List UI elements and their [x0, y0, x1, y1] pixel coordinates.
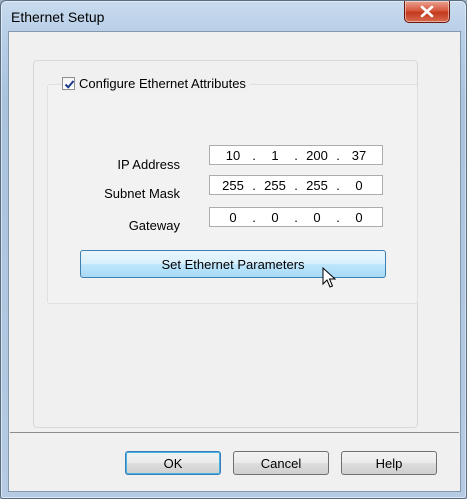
close-button[interactable]	[404, 1, 450, 23]
subnet-octet-1: 255	[222, 177, 244, 193]
ip-octet-4: 37	[351, 147, 367, 163]
subnet-separator: .	[252, 177, 256, 193]
checkmark-icon	[64, 79, 75, 89]
cancel-button-label: Cancel	[260, 455, 302, 471]
gateway-separator: .	[252, 209, 256, 225]
gateway-label: Gateway	[128, 218, 180, 233]
configure-ethernet-checkbox-row[interactable]: Configure Ethernet Attributes	[62, 74, 250, 92]
subnet-mask-label: Subnet Mask	[104, 186, 180, 201]
set-ethernet-parameters-button[interactable]: Set Ethernet Parameters	[80, 250, 386, 278]
help-button-label: Help	[375, 455, 403, 471]
subnet-mask-field[interactable]: 255 . 255 . 255 . 0	[209, 175, 383, 195]
subnet-separator: .	[294, 177, 298, 193]
gateway-octet-1: 0	[229, 209, 237, 225]
subnet-octet-4: 0	[355, 177, 363, 193]
ip-separator: .	[252, 147, 256, 163]
mouse-pointer-icon	[322, 267, 336, 288]
gateway-octet-3: 0	[313, 209, 321, 225]
subnet-octet-2: 255	[264, 177, 286, 193]
gateway-octet-2: 0	[271, 209, 279, 225]
gateway-separator: .	[336, 209, 340, 225]
window-title: Ethernet Setup	[11, 9, 105, 25]
title-bar[interactable]: Ethernet Setup	[1, 1, 466, 31]
ip-octet-1: 10	[225, 147, 241, 163]
ip-address-label: IP Address	[117, 157, 180, 172]
ip-octet-2: 1	[271, 147, 279, 163]
configure-ethernet-checkbox[interactable]	[62, 76, 75, 90]
gateway-octet-4: 0	[355, 209, 363, 225]
close-icon	[420, 5, 434, 18]
cancel-button[interactable]: Cancel	[233, 451, 329, 475]
subnet-separator: .	[336, 177, 340, 193]
gateway-field[interactable]: 0 . 0 . 0 . 0	[209, 207, 383, 227]
ip-octet-3: 200	[306, 147, 328, 163]
ip-address-field[interactable]: 10 . 1 . 200 . 37	[209, 145, 383, 165]
configure-ethernet-label: Configure Ethernet Attributes	[79, 75, 246, 91]
ok-button-label: OK	[163, 455, 183, 471]
ip-separator: .	[336, 147, 340, 163]
ip-separator: .	[294, 147, 298, 163]
footer-divider	[10, 432, 459, 433]
help-button[interactable]: Help	[341, 451, 437, 475]
set-ethernet-parameters-label: Set Ethernet Parameters	[161, 256, 305, 272]
gateway-separator: .	[294, 209, 298, 225]
ok-button[interactable]: OK	[125, 451, 221, 475]
subnet-octet-3: 255	[306, 177, 328, 193]
